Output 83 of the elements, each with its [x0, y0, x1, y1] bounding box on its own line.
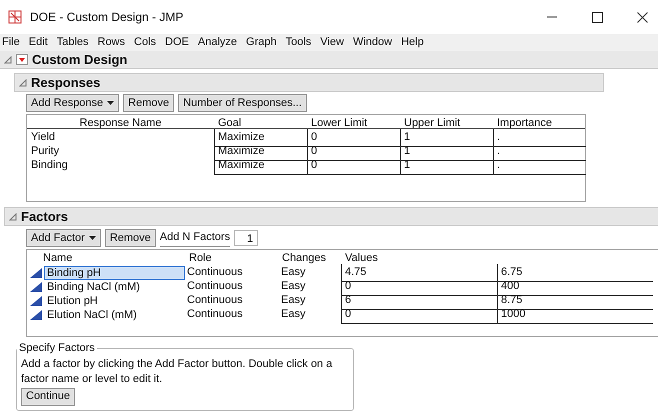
continuous-factor-icon — [30, 296, 42, 306]
menu-item[interactable]: Cols — [134, 34, 156, 51]
caret-icon — [107, 101, 114, 105]
factor-name[interactable]: Binding NaCl (mM) — [44, 278, 185, 295]
table-cell-text: Continuous — [186, 307, 244, 322]
table-cell[interactable]: 1 — [400, 157, 493, 174]
table-cell-text: Yield — [30, 130, 56, 145]
disclosure-icon[interactable] — [9, 212, 17, 220]
menu-item[interactable]: Tools — [286, 34, 312, 51]
column-header: Role — [188, 251, 213, 266]
maximize-icon[interactable] — [592, 12, 603, 22]
outline-title: Custom Design — [32, 50, 128, 69]
instructions-text: Add a factor by clicking the Add Factor button. Double click on a factor name or level to edit it. — [21, 356, 334, 386]
column-header: Changes — [281, 251, 328, 266]
table-cell[interactable]: 1 — [400, 129, 493, 146]
add-n-factors-label: Add N Factors — [160, 229, 230, 247]
options-menu-icon[interactable] — [16, 54, 28, 65]
menu-item[interactable]: Analyze — [198, 34, 238, 51]
table-cell-text: Easy — [280, 293, 306, 308]
table-cell[interactable]: 4.75 — [341, 264, 497, 282]
menu-item[interactable]: Rows — [98, 34, 126, 51]
table-cell[interactable]: Maximize — [214, 157, 307, 174]
table-cell[interactable]: Maximize — [214, 143, 307, 160]
window-title: DOE - Custom Design - JMP — [30, 9, 184, 26]
menu-item[interactable]: Graph — [246, 34, 277, 51]
menu-item[interactable]: View — [320, 34, 344, 51]
table-cell[interactable]: 8.75 — [497, 292, 653, 310]
menu-item[interactable]: DOE — [165, 34, 189, 51]
table-cell[interactable]: 6.75 — [497, 264, 653, 282]
continuous-factor-icon — [30, 268, 42, 278]
disclosure-icon[interactable] — [4, 56, 12, 64]
menu-item[interactable]: Edit — [28, 34, 48, 51]
table-cell[interactable]: 6 — [341, 292, 497, 310]
table-cell-text: Easy — [280, 307, 306, 322]
column-header: Name — [42, 251, 74, 266]
toolbar-button[interactable]: Add Factor — [26, 229, 101, 247]
toolbar-button[interactable]: Add Response — [26, 94, 120, 112]
table-cell[interactable]: 400 — [497, 278, 653, 296]
disclosure-icon[interactable] — [19, 78, 27, 86]
section-title: Responses — [31, 74, 100, 92]
close-icon[interactable] — [637, 12, 648, 22]
toolbar-button[interactable]: Number of Responses... — [178, 94, 307, 112]
continuous-factor-icon — [30, 282, 42, 292]
column-header: Importance — [496, 116, 554, 131]
table-cell[interactable]: 1000 — [497, 306, 653, 324]
table-cell-text: Continuous — [186, 265, 244, 280]
column-header: Upper Limit — [403, 116, 462, 131]
continuous-factor-icon — [30, 310, 42, 320]
table-cell[interactable]: Maximize — [214, 129, 307, 146]
column-header: Goal — [217, 116, 242, 131]
table-cell[interactable]: . — [493, 157, 586, 174]
factor-name[interactable]: Binding pH — [44, 266, 185, 280]
menu-item[interactable]: Help — [401, 34, 424, 51]
column-header: Lower Limit — [310, 116, 368, 131]
factor-count-field[interactable]: 1 — [234, 230, 258, 246]
table-cell-text: Easy — [280, 265, 306, 280]
app-icon — [8, 10, 22, 24]
menu-item[interactable]: Tables — [56, 34, 88, 51]
panel-title: Specify Factors — [18, 341, 96, 356]
toolbar-button[interactable]: Remove — [104, 229, 156, 247]
table-cell[interactable]: . — [493, 143, 586, 160]
section-title: Factors — [21, 208, 68, 226]
factor-name[interactable]: Elution NaCl (mM) — [44, 306, 185, 323]
column-header: Response Name — [78, 116, 162, 131]
table-cell[interactable]: 0 — [307, 157, 400, 174]
column-header: Values — [344, 251, 379, 266]
table-cell-text: Purity — [30, 144, 60, 159]
continue-button[interactable]: Continue — [21, 388, 76, 406]
toolbar-button[interactable]: Remove — [123, 94, 174, 112]
menu-item[interactable]: Window — [352, 34, 392, 51]
table-cell[interactable]: 0 — [307, 129, 400, 146]
table-cell[interactable]: 0 — [341, 278, 497, 296]
table-cell[interactable]: . — [493, 129, 586, 146]
table-cell[interactable]: 0 — [341, 306, 497, 324]
menu-item[interactable]: File — [2, 34, 20, 51]
table-cell-text: Continuous — [186, 293, 244, 308]
factor-name[interactable]: Elution pH — [44, 292, 185, 309]
caret-icon — [88, 236, 96, 240]
table-cell[interactable]: 1 — [400, 143, 493, 160]
table-cell-text: Easy — [280, 279, 306, 294]
table-cell-text: Continuous — [186, 279, 244, 294]
table-cell[interactable]: 0 — [307, 143, 400, 160]
table-cell-text: Binding — [30, 158, 69, 173]
